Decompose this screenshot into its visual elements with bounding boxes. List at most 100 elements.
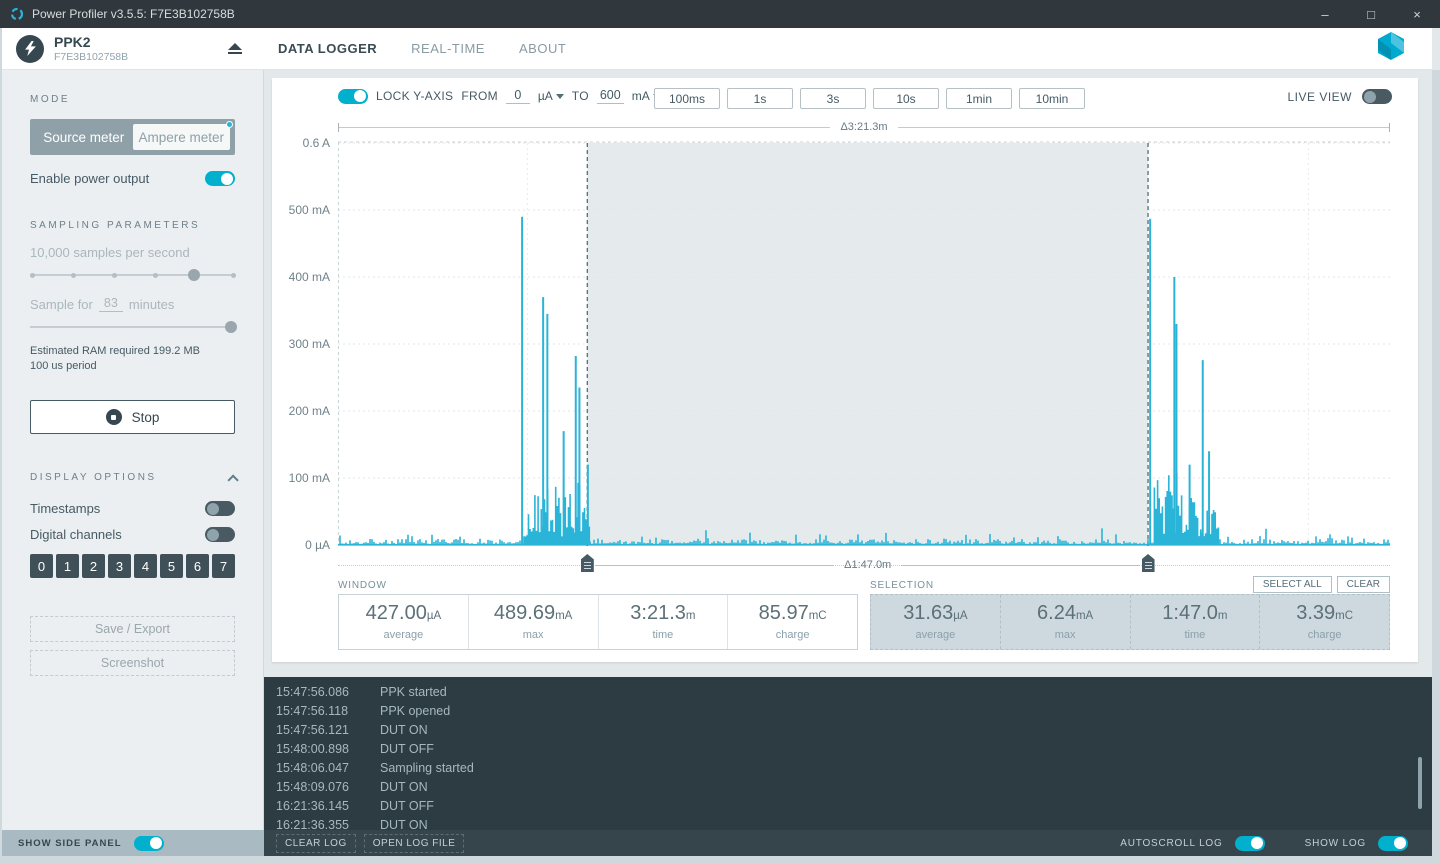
lock-y-axis-toggle[interactable]	[338, 89, 368, 104]
minimize-button[interactable]: –	[1302, 0, 1348, 28]
sample-rate-slider[interactable]	[30, 268, 235, 282]
show-side-panel-label: SHOW SIDE PANEL	[18, 838, 122, 849]
mode-source-meter[interactable]: Source meter	[35, 124, 133, 150]
current-plot[interactable]	[338, 141, 1390, 547]
chevron-up-icon[interactable]	[227, 474, 238, 485]
y-tick-label: 500 mA	[289, 203, 330, 217]
display-options-label: DISPLAY OPTIONS	[30, 472, 157, 483]
tab-data-logger[interactable]: DATA LOGGER	[278, 41, 377, 56]
autoscroll-log-toggle[interactable]	[1235, 836, 1265, 851]
log-entry: 16:21:36.145DUT OFF	[276, 797, 1432, 816]
maximize-button[interactable]: □	[1348, 0, 1394, 28]
device-serial: F7E3B102758B	[54, 51, 128, 63]
channel-1-button[interactable]: 1	[56, 554, 79, 578]
mode-section-label: MODE	[30, 94, 235, 105]
clear-selection-button[interactable]: CLEAR	[1337, 576, 1390, 593]
y-tick-label: 300 mA	[289, 337, 330, 351]
window-1min-button[interactable]: 1min	[946, 88, 1012, 109]
selection-left-handle[interactable]	[581, 554, 594, 572]
sample-rate-thumb[interactable]	[188, 269, 200, 281]
to-label: TO	[572, 89, 589, 103]
channel-4-button[interactable]: 4	[134, 554, 157, 578]
main-area: LOCK Y-AXIS FROM 0 µA TO 600 mA 100ms 1s…	[264, 70, 1432, 677]
stop-icon	[106, 409, 122, 425]
window-span-indicator: Δ3:21.3m	[338, 120, 1390, 134]
selection-average-cell: 31.63µA average	[871, 595, 1000, 649]
open-log-file-button[interactable]: OPEN LOG FILE	[364, 834, 465, 853]
sample-duration-slider[interactable]	[30, 320, 235, 334]
show-side-panel-toggle[interactable]	[134, 836, 164, 851]
y-from-unit-select[interactable]: µA	[538, 89, 564, 103]
window-charge-cell: 85.97mC charge	[727, 595, 857, 649]
log-scrollbar[interactable]	[1418, 757, 1422, 809]
time-window-buttons: 100ms 1s 3s 10s 1min 10min	[654, 88, 1085, 109]
select-all-button[interactable]: SELECT ALL	[1253, 576, 1332, 593]
close-button[interactable]: ×	[1394, 0, 1440, 28]
y-tick-label: 400 mA	[289, 270, 330, 284]
clear-log-button[interactable]: CLEAR LOG	[276, 834, 356, 853]
mode-segmented-control: Source meter Ampere meter	[30, 119, 235, 155]
device-name: PPK2	[54, 34, 128, 50]
notification-dot	[226, 121, 233, 128]
channel-0-button[interactable]: 0	[30, 554, 53, 578]
channel-2-button[interactable]: 2	[82, 554, 105, 578]
window-stats-group: 427.00µA average 489.69mA max 3:21.3m ti…	[338, 594, 858, 650]
app-logo-icon	[10, 7, 24, 21]
y-tick-label: 100 mA	[289, 471, 330, 485]
tab-about[interactable]: ABOUT	[519, 41, 566, 56]
window-100ms-button[interactable]: 100ms	[654, 88, 720, 109]
show-log-toggle[interactable]	[1378, 836, 1408, 851]
window-3s-button[interactable]: 3s	[800, 88, 866, 109]
window-10min-button[interactable]: 10min	[1019, 88, 1085, 109]
mode-ampere-meter[interactable]: Ampere meter	[133, 124, 231, 150]
nordic-logo-icon	[1376, 32, 1406, 65]
log-entry: 15:48:06.047Sampling started	[276, 759, 1432, 778]
log-entry: 15:47:56.121DUT ON	[276, 721, 1432, 740]
selection-span-indicator: Δ1:47.0m	[595, 559, 1140, 571]
selection-span-label: Δ1:47.0m	[844, 559, 891, 571]
sample-duration-input[interactable]: 83	[99, 296, 123, 312]
window-border	[1432, 70, 1440, 856]
channel-3-button[interactable]: 3	[108, 554, 131, 578]
channel-5-button[interactable]: 5	[160, 554, 183, 578]
chart-card: LOCK Y-AXIS FROM 0 µA TO 600 mA 100ms 1s…	[272, 78, 1418, 662]
show-side-panel-bar: SHOW SIDE PANEL	[2, 830, 264, 856]
log-entry: 15:47:56.086PPK started	[276, 683, 1432, 702]
enable-power-output-toggle[interactable]	[205, 171, 235, 186]
device-selector[interactable]: PPK2 F7E3B102758B	[2, 34, 264, 63]
sampling-section-label: SAMPLING PARAMETERS	[30, 220, 235, 231]
timestamps-toggle[interactable]	[205, 501, 235, 516]
y-from-input[interactable]: 0	[506, 88, 530, 104]
live-view-toggle[interactable]	[1362, 89, 1392, 104]
y-tick-label: 0 µA	[305, 538, 330, 552]
stop-button[interactable]: Stop	[30, 400, 235, 434]
selection-max-cell: 6.24mA max	[1000, 595, 1130, 649]
y-to-input[interactable]: 600	[597, 88, 624, 104]
sample-duration-prefix: Sample for	[30, 297, 93, 312]
channel-7-button[interactable]: 7	[212, 554, 235, 578]
tab-real-time[interactable]: REAL-TIME	[411, 41, 485, 56]
save-export-button[interactable]: Save / Export	[30, 616, 235, 642]
sample-duration-thumb[interactable]	[225, 321, 237, 333]
y-axis-labels: 0.6 A500 mA400 mA300 mA200 mA100 mA0 µA	[272, 141, 330, 547]
chevron-down-icon	[556, 94, 564, 99]
eject-device-icon[interactable]	[228, 43, 242, 55]
device-power-icon	[16, 35, 44, 63]
digital-channels-label: Digital channels	[30, 527, 122, 542]
digital-channels-toggle[interactable]	[205, 527, 235, 542]
selection-right-handle[interactable]	[1142, 554, 1155, 572]
window-10s-button[interactable]: 10s	[873, 88, 939, 109]
lock-y-axis-label: LOCK Y-AXIS	[376, 89, 453, 103]
selection-stats-group: 31.63µA average 6.24mA max 1:47.0m time …	[870, 594, 1390, 650]
window-1s-button[interactable]: 1s	[727, 88, 793, 109]
window-average-cell: 427.00µA average	[339, 595, 468, 649]
log-toolbar: CLEAR LOG OPEN LOG FILE AUTOSCROLL LOG S…	[264, 830, 1432, 856]
channel-6-button[interactable]: 6	[186, 554, 209, 578]
window-border	[0, 856, 1440, 864]
y-tick-label: 0.6 A	[303, 136, 330, 150]
log-panel: 15:47:56.086PPK started 15:47:56.118PPK …	[264, 677, 1432, 830]
selection-time-cell: 1:47.0m time	[1130, 595, 1260, 649]
screenshot-button[interactable]: Screenshot	[30, 650, 235, 676]
log-entry: 15:48:00.898DUT OFF	[276, 740, 1432, 759]
nav-tabs: DATA LOGGER REAL-TIME ABOUT	[278, 41, 566, 56]
